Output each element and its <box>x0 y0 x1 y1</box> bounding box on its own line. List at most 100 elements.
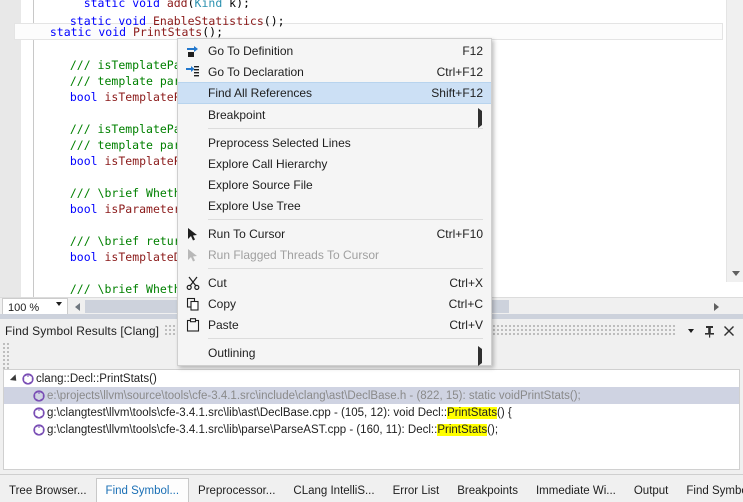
context-menu-separator <box>208 268 483 269</box>
result-row-suffix: (); <box>569 389 581 402</box>
context-menu-item-explore-use-tree[interactable]: Explore Use Tree <box>178 195 491 216</box>
result-row-path: g:\clangtest\llvm\tools\cfe-3.4.1.src\li… <box>47 423 438 436</box>
result-group-label: clang::Decl::PrintStats() <box>36 372 157 385</box>
context-menu-item-label: Explore Use Tree <box>208 198 301 213</box>
result-group-row[interactable]: clang::Decl::PrintStats() <box>4 370 739 387</box>
symbol-glyph <box>33 423 45 436</box>
code-token: Kind <box>194 0 223 8</box>
result-row[interactable]: g:\clangtest\llvm\tools\cfe-3.4.1.src\li… <box>4 404 739 421</box>
context-menu-item-explore-call-hierarchy[interactable]: Explore Call Hierarchy <box>178 153 491 174</box>
scroll-left-arrow-icon[interactable] <box>70 298 84 315</box>
code-token: bool <box>69 90 98 104</box>
context-menu-item-shortcut: Ctrl+F10 <box>436 226 483 241</box>
context-menu-item-shortcut: F12 <box>462 43 483 58</box>
result-row[interactable]: e:\projects\llvm\source\tools\cfe-3.4.1.… <box>4 387 739 404</box>
editor-breakpoint-gutter[interactable] <box>0 0 21 297</box>
editor-indicator-margin <box>21 0 34 297</box>
scroll-right-arrow-icon[interactable] <box>709 298 723 315</box>
result-row[interactable]: g:\clangtest\llvm\tools\cfe-3.4.1.src\li… <box>4 421 739 438</box>
close-icon[interactable] <box>719 321 738 341</box>
tab-output[interactable]: Output <box>625 479 678 502</box>
copy-icon <box>184 296 201 312</box>
scroll-down-arrow-icon[interactable] <box>727 265 743 282</box>
code-token: (); <box>202 25 224 39</box>
symbol-icon <box>31 406 47 419</box>
no-icon <box>184 86 201 102</box>
result-row-match-highlight: PrintStats <box>520 389 570 402</box>
context-menu-item-find-all-references[interactable]: Find All References Shift+F12 <box>178 82 491 104</box>
context-menu-item-label: Explore Source File <box>208 177 313 192</box>
context-menu-item-explore-source-file[interactable]: Explore Source File <box>178 174 491 195</box>
expander-triangle-icon[interactable] <box>8 373 20 384</box>
context-menu-item-shortcut: Ctrl+C <box>448 296 483 311</box>
cursor-arrow-dim-icon <box>184 247 201 263</box>
context-menu-item-label: Copy <box>208 296 237 311</box>
context-menu-item-outlining[interactable]: Outlining <box>178 342 491 366</box>
symbol-icon <box>20 372 36 385</box>
context-menu-item-copy[interactable]: Copy Ctrl+C <box>178 293 491 314</box>
context-menu-item-paste[interactable]: Paste Ctrl+V <box>178 314 491 335</box>
dropdown-icon[interactable] <box>681 321 700 341</box>
no-icon <box>184 107 201 123</box>
context-menu-item-label: Outlining <box>208 345 256 360</box>
tab-breakpoints[interactable]: Breakpoints <box>448 479 527 502</box>
editor-context-menu[interactable]: Go To Definition F12 Go To Declaration Ctrl… <box>177 38 492 366</box>
tab-find-symbol[interactable]: Find Symbol... <box>95 478 190 502</box>
result-row-path: g:\clangtest\llvm\tools\cfe-3.4.1.src\li… <box>47 406 448 419</box>
context-menu-item-go-to-declaration[interactable]: Go To Declaration Ctrl+F12 <box>178 61 491 82</box>
paste-icon <box>184 317 201 333</box>
context-menu-item-label: Preprocess Selected Lines <box>208 135 351 150</box>
result-row-suffix: () { <box>496 406 512 419</box>
context-menu-item-run-flagged-threads-to-cursor: Run Flagged Threads To Cursor <box>178 244 491 265</box>
code-token: PrintStats <box>132 25 203 39</box>
symbol-icon <box>31 389 47 402</box>
symbol-glyph <box>33 406 45 419</box>
tab-error-list[interactable]: Error List <box>384 479 449 502</box>
context-menu-separator <box>208 219 483 220</box>
pin-glyph <box>705 325 714 338</box>
panel-toolbar-grip[interactable] <box>3 343 9 369</box>
context-menu-item-preprocess-selected-lines[interactable]: Preprocess Selected Lines <box>178 132 491 153</box>
editor-vertical-scrollbar[interactable] <box>726 0 743 282</box>
context-menu-item-shortcut: Shift+F12 <box>431 86 483 100</box>
context-menu-item-label: Go To Declaration <box>208 64 304 79</box>
tab-preprocessor[interactable]: Preprocessor... <box>189 479 284 502</box>
tab-clang-intellis[interactable]: CLang IntelliS... <box>284 479 383 502</box>
tab-find-symbol[interactable]: Find Symbol... <box>677 479 743 502</box>
context-menu-item-label: Breakpoint <box>208 107 266 122</box>
context-menu-item-cut[interactable]: Cut Ctrl+X <box>178 272 491 293</box>
context-menu-item-shortcut: Ctrl+F12 <box>436 64 483 79</box>
tab-immediate-wi[interactable]: Immediate Wi... <box>527 479 625 502</box>
bottom-tool-window-tabs[interactable]: Tree Browser... Find Symbol... Preprocesso… <box>0 474 743 502</box>
code-token: void <box>132 0 160 8</box>
find-symbol-results-list[interactable]: clang::Decl::PrintStats()e:\projects\llv… <box>3 369 740 470</box>
context-menu-item-go-to-definition[interactable]: Go To Definition F12 <box>178 40 491 61</box>
context-menu-item-label: Find All References <box>208 86 313 100</box>
context-menu-item-run-to-cursor[interactable]: Run To Cursor Ctrl+F10 <box>178 223 491 244</box>
symbol-icon <box>31 423 47 436</box>
zoom-level-value: 100 % <box>8 301 40 314</box>
scissors-icon <box>184 275 201 291</box>
context-menu-item-breakpoint[interactable]: Breakpoint <box>178 104 491 128</box>
context-menu-item-shortcut: Ctrl+X <box>449 275 483 290</box>
context-menu-item-label: Run To Cursor <box>208 226 286 241</box>
pin-icon[interactable] <box>700 321 719 341</box>
no-icon <box>184 135 201 151</box>
code-token: add <box>166 0 188 8</box>
code-token: void <box>98 25 127 39</box>
no-icon <box>184 345 201 361</box>
tab-tree-browser[interactable]: Tree Browser... <box>0 479 96 502</box>
submenu-arrow-icon <box>478 108 482 128</box>
